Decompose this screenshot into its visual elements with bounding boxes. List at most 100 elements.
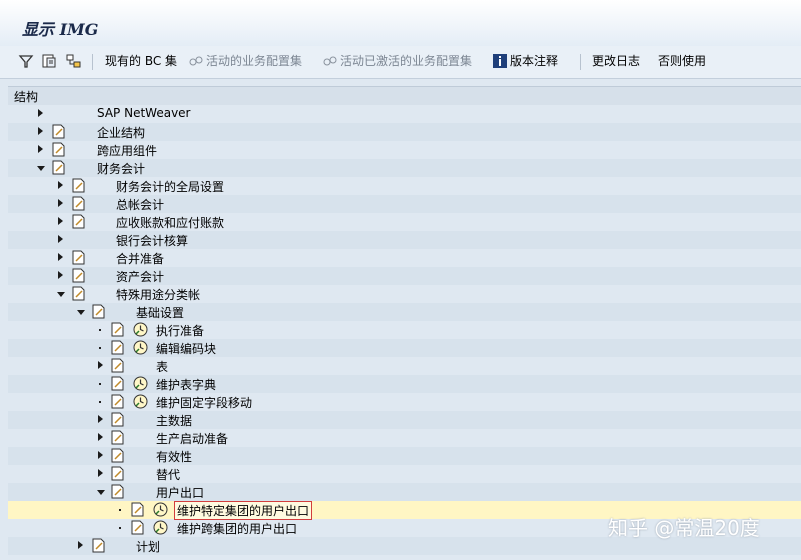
tree-node[interactable]: 维护固定字段移动 [8,393,801,411]
tree-node-label: 表 [156,360,169,374]
document-icon [111,394,124,409]
expand-arrow-icon[interactable] [38,145,43,153]
activated-bc-sets-button[interactable]: 活动已激活的业务配置集 [340,46,472,76]
document-icon [72,178,85,193]
expand-arrow-icon[interactable] [58,199,63,207]
expand-arrow-icon[interactable] [78,541,83,549]
tree-node-label: 跨应用组件 [97,144,158,158]
tree-node[interactable]: 总帐会计 [8,195,801,213]
info-icon [493,54,507,68]
tree-node-label: 财务会计 [97,162,146,176]
expand-arrow-icon[interactable] [38,127,43,135]
release-notes-button[interactable]: 版本注释 [510,46,558,76]
tree-node-label: 合并准备 [116,252,165,266]
usage-button[interactable]: 否则使用 [658,46,706,76]
expand-arrow-icon[interactable] [58,253,63,261]
tree-node-label: 应收账款和应付账款 [116,216,225,230]
tree-node-label: 特殊用途分类帐 [116,288,201,302]
execute-clock-icon[interactable] [133,376,148,391]
document-icon [92,538,105,553]
execute-clock-icon[interactable] [133,340,148,355]
tree-node[interactable]: 银行会计核算 [8,231,801,249]
document-icon [111,322,124,337]
tree-node[interactable]: 用户出口 [8,483,801,501]
change-log-button[interactable]: 更改日志 [592,46,640,76]
bc-set-icon [189,56,203,66]
tree-node[interactable]: 替代 [8,465,801,483]
tree-node[interactable]: 编辑编码块 [8,339,801,357]
tree-node[interactable]: 生产启动准备 [8,429,801,447]
document-icon [111,376,124,391]
leaf-bullet-icon [99,347,101,349]
toolbar-separator [92,54,93,70]
hierarchy-icon[interactable] [65,53,81,69]
collapse-arrow-icon[interactable] [97,490,105,495]
tree-node[interactable]: 合并准备 [8,249,801,267]
document-icon [52,142,65,157]
tree-node[interactable]: SAP NetWeaver [8,105,801,123]
expand-arrow-icon[interactable] [98,361,103,369]
leaf-bullet-icon [99,329,101,331]
tree-node-label: 银行会计核算 [116,234,189,248]
tree-node[interactable]: 维护表字典 [8,375,801,393]
expand-arrow-icon[interactable] [58,235,63,243]
document-icon[interactable] [41,53,57,69]
leaf-bullet-icon [119,509,121,511]
document-icon [72,196,85,211]
leaf-bullet-icon [99,383,101,385]
execute-clock-icon[interactable] [133,322,148,337]
bc-sets-button[interactable]: 现有的 BC 集 [105,46,177,76]
document-icon [72,250,85,265]
leaf-bullet-icon [119,527,121,529]
document-icon [52,160,65,175]
bc-set-icon [323,56,337,66]
document-icon [131,502,144,517]
document-icon [131,520,144,535]
tree-node-label: 主数据 [156,414,193,428]
tree-node[interactable]: 表 [8,357,801,375]
document-icon [111,412,124,427]
expand-arrow-icon[interactable] [98,433,103,441]
tree-node-label: 总帐会计 [116,198,165,212]
toolbar: 现有的 BC 集 活动的业务配置集 活动已激活的业务配置集 版本注释 更改日志 … [0,46,801,79]
tree-node-label: 财务会计的全局设置 [116,180,225,194]
tree-node[interactable]: 财务会计的全局设置 [8,177,801,195]
tree-node-label: 维护表字典 [156,378,217,392]
tree-node[interactable]: 应收账款和应付账款 [8,213,801,231]
execute-clock-icon[interactable] [153,520,168,535]
execute-clock-icon[interactable] [133,394,148,409]
tree-node[interactable]: 企业结构 [8,123,801,141]
tree-node-label: 企业结构 [97,126,146,140]
expand-arrow-icon[interactable] [98,451,103,459]
tree-node[interactable]: 财务会计 [8,159,801,177]
tree-node[interactable]: 跨应用组件 [8,141,801,159]
document-icon [52,124,65,139]
collapse-arrow-icon[interactable] [57,292,65,297]
tree-node-label: 基础设置 [136,306,185,320]
tree-header: 结构 [8,86,801,106]
expand-arrow-icon[interactable] [58,217,63,225]
expand-arrow-icon[interactable] [98,415,103,423]
tree-node[interactable]: 主数据 [8,411,801,429]
tree-node[interactable]: 有效性 [8,447,801,465]
expand-arrow-icon[interactable] [98,469,103,477]
document-icon [111,358,124,373]
tree-node-label: 维护特定集团的用户出口 [174,501,313,520]
activity-bc-sets-button[interactable]: 活动的业务配置集 [206,46,302,76]
collapse-arrow-icon[interactable] [37,166,45,171]
tree-node[interactable]: 执行准备 [8,321,801,339]
tree-node-label: 生产启动准备 [156,432,229,446]
expand-arrow-icon[interactable] [58,271,63,279]
document-icon [111,484,124,499]
expand-arrow-icon[interactable] [58,181,63,189]
expand-arrow-icon[interactable] [38,109,43,117]
tree-node-label: 有效性 [156,450,193,464]
tree-node[interactable]: 基础设置 [8,303,801,321]
tree-node[interactable]: 特殊用途分类帐 [8,285,801,303]
execute-clock-icon[interactable] [153,502,168,517]
collapse-arrow-icon[interactable] [77,310,85,315]
filter-icon[interactable] [18,53,34,69]
tree-node-label: 维护跨集团的用户出口 [177,522,298,536]
title-bar: 显示 IMG [0,0,801,47]
tree-node[interactable]: 资产会计 [8,267,801,285]
